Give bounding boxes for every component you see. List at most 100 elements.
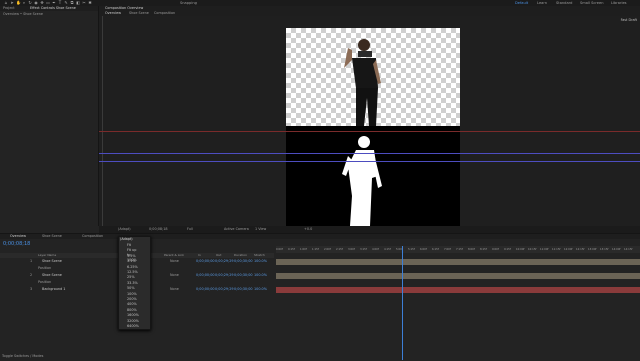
tab-effect-controls[interactable]: Effect Controls Shoe Scene [30,6,76,11]
roto-icon[interactable]: ✂ [82,1,86,5]
toggle-switches-modes[interactable]: Toggle Switches / Modes [2,354,43,358]
rotate-icon[interactable]: ↻ [28,1,32,5]
tab-project[interactable]: Project [3,6,15,11]
zoom-menu-item[interactable]: 25% [127,275,135,280]
camera-icon[interactable]: ◉ [34,1,38,5]
layer-out[interactable]: 0;00;29;29 [215,258,234,265]
ruler-tick-label: 8:00f [468,248,475,251]
layer-parent[interactable]: None [170,258,179,265]
workspace-small-screen[interactable]: Small Screen [580,1,603,5]
layer-stretch[interactable]: 100.0% [254,286,267,293]
exposure-value[interactable]: +0.0 [304,227,312,232]
zoom-menu-checked[interactable]: (Adapt) [120,237,133,242]
zoom-menu-item[interactable]: 100% [127,292,137,297]
guide-blue-line-1[interactable] [99,153,640,154]
zoom-menu-item[interactable]: 200% [127,297,137,302]
layer-stretch[interactable]: 100.0% [254,258,267,265]
ruler-tick-label: 0:15f [288,248,295,251]
composition-viewer[interactable]: Fast Draft [99,16,640,228]
arrow-icon[interactable]: ➤ [10,1,14,5]
layer-parent[interactable]: None [170,286,179,293]
viewer-footer: (Adapt) 0;00;08;18 Full Active Camera 1 … [99,226,640,233]
zoom-menu-item[interactable]: 400% [127,302,137,307]
layer-name[interactable]: Shoe Scene [42,258,62,265]
layer-duration[interactable]: 0;00;30;00 [234,258,253,265]
workspace-libraries[interactable]: Libraries [611,1,627,5]
track-bar-layer-1[interactable] [276,259,640,265]
zoom-menu-item[interactable]: 6.25% [127,265,138,270]
workspace-standard[interactable]: Standard [556,1,572,5]
clone-icon[interactable]: ⧉ [70,1,74,5]
layer-name[interactable]: Background 1 [42,286,65,293]
zoom-menu-item[interactable]: 3200% [127,319,139,324]
zoom-dropdown[interactable]: (Adapt) [118,227,131,232]
canvas-top-transparency [286,28,460,126]
text-icon[interactable]: T [58,1,62,5]
layer-in[interactable]: 0;00;00;00 [196,272,215,279]
zoom-menu[interactable]: (Adapt) Fit Fit up to 100% 1.5% 3.1% 6.25% 12… [118,236,151,330]
layer-in[interactable]: 0;00;00;00 [196,286,215,293]
brush-icon[interactable]: ✎ [64,1,68,5]
zoom-menu-item[interactable]: 33.3% [127,281,138,286]
zoom-menu-item[interactable]: 1.5% [127,254,136,259]
layer-number: 2 [30,273,33,277]
layer-property[interactable]: Position [38,279,51,286]
layer-out[interactable]: 0;00;29;29 [215,286,234,293]
ruler-tick-label: 9:00f [492,248,499,251]
layer-out[interactable]: 0;00;29;29 [215,272,234,279]
ruler-tick-label: 6:00f [420,248,427,251]
layer-parent[interactable]: None [170,272,179,279]
guide-blue-line-2[interactable] [99,161,640,162]
track-bar-layer-3[interactable] [276,287,640,293]
person-image [344,39,381,126]
camera-dropdown[interactable]: Active Camera [224,227,249,232]
timeline-timecode[interactable]: 0;00;08;18 [3,241,30,247]
ruler-tick-label: 13:15f [600,248,609,251]
zoom-menu-item[interactable]: 6400% [127,324,139,329]
ruler-tick-label: 6:15f [432,248,439,251]
layer-in[interactable]: 0;00;00;00 [196,258,215,265]
views-dropdown[interactable]: 1 View [255,227,266,232]
zoom-menu-item[interactable]: 3.1% [127,259,136,264]
snapping-label[interactable]: Snapping [180,1,197,5]
ruler-tick-label: 3:00f [348,248,355,251]
layer-duration[interactable]: 0;00;30;00 [234,272,253,279]
ruler-tick-label: 3:15f [360,248,367,251]
zoom-menu-item[interactable]: 1600% [127,313,139,318]
viewer-timecode[interactable]: 0;00;08;18 [149,227,168,232]
zoom-menu-item[interactable]: 50% [127,286,135,291]
layer-number: 1 [30,259,33,263]
workspace-default[interactable]: Default [515,1,528,5]
timeline-tab-shoe-scene[interactable]: Shoe Scene [42,234,62,239]
layer-name[interactable]: Shoe Scene [42,272,62,279]
quality-dropdown[interactable]: Full [187,227,193,232]
rect-icon[interactable]: ▭ [46,1,50,5]
time-ruler[interactable]: 0:00f 0:15f 1:00f 1:15f 2:00f 2:15f 3:00f 3:15f… [276,246,640,253]
workspace-learn[interactable]: Learn [537,1,547,5]
hand-icon[interactable]: ✋ [16,1,21,5]
zoom-icon[interactable]: ⌕ [22,1,26,5]
zoom-menu-item[interactable]: 12.5% [127,270,138,275]
home-icon[interactable]: ⌂ [4,1,8,5]
playhead[interactable] [402,246,403,360]
layer-property[interactable]: Position [38,265,51,272]
layer-stretch[interactable]: 100.0% [254,272,267,279]
timeline-tab-overview[interactable]: Overview [10,234,26,239]
eraser-icon[interactable]: ◧ [76,1,80,5]
layer-duration[interactable]: 0;00;30;00 [234,286,253,293]
pen-icon[interactable]: ✒ [52,1,56,5]
ruler-tick-label: 14:00f [612,248,621,251]
pan-icon[interactable]: ✥ [40,1,44,5]
ruler-tick-label: 13:00f [588,248,597,251]
zoom-menu-item[interactable]: 800% [127,308,137,313]
track-bar-layer-2[interactable] [276,273,640,279]
timeline-tabs: Overview Shoe Scene Composition [0,234,640,239]
guide-red-line[interactable] [99,131,640,132]
ruler-left [102,16,103,228]
pin-icon[interactable]: ✱ [88,1,92,5]
zoom-menu-item[interactable]: Fit [127,243,131,248]
timeline-tab-composition[interactable]: Composition [82,234,103,239]
renderer-label: Fast Draft [620,18,637,22]
canvas-bottom-matte [286,126,460,226]
ruler-tick-label: 4:00f [372,248,379,251]
